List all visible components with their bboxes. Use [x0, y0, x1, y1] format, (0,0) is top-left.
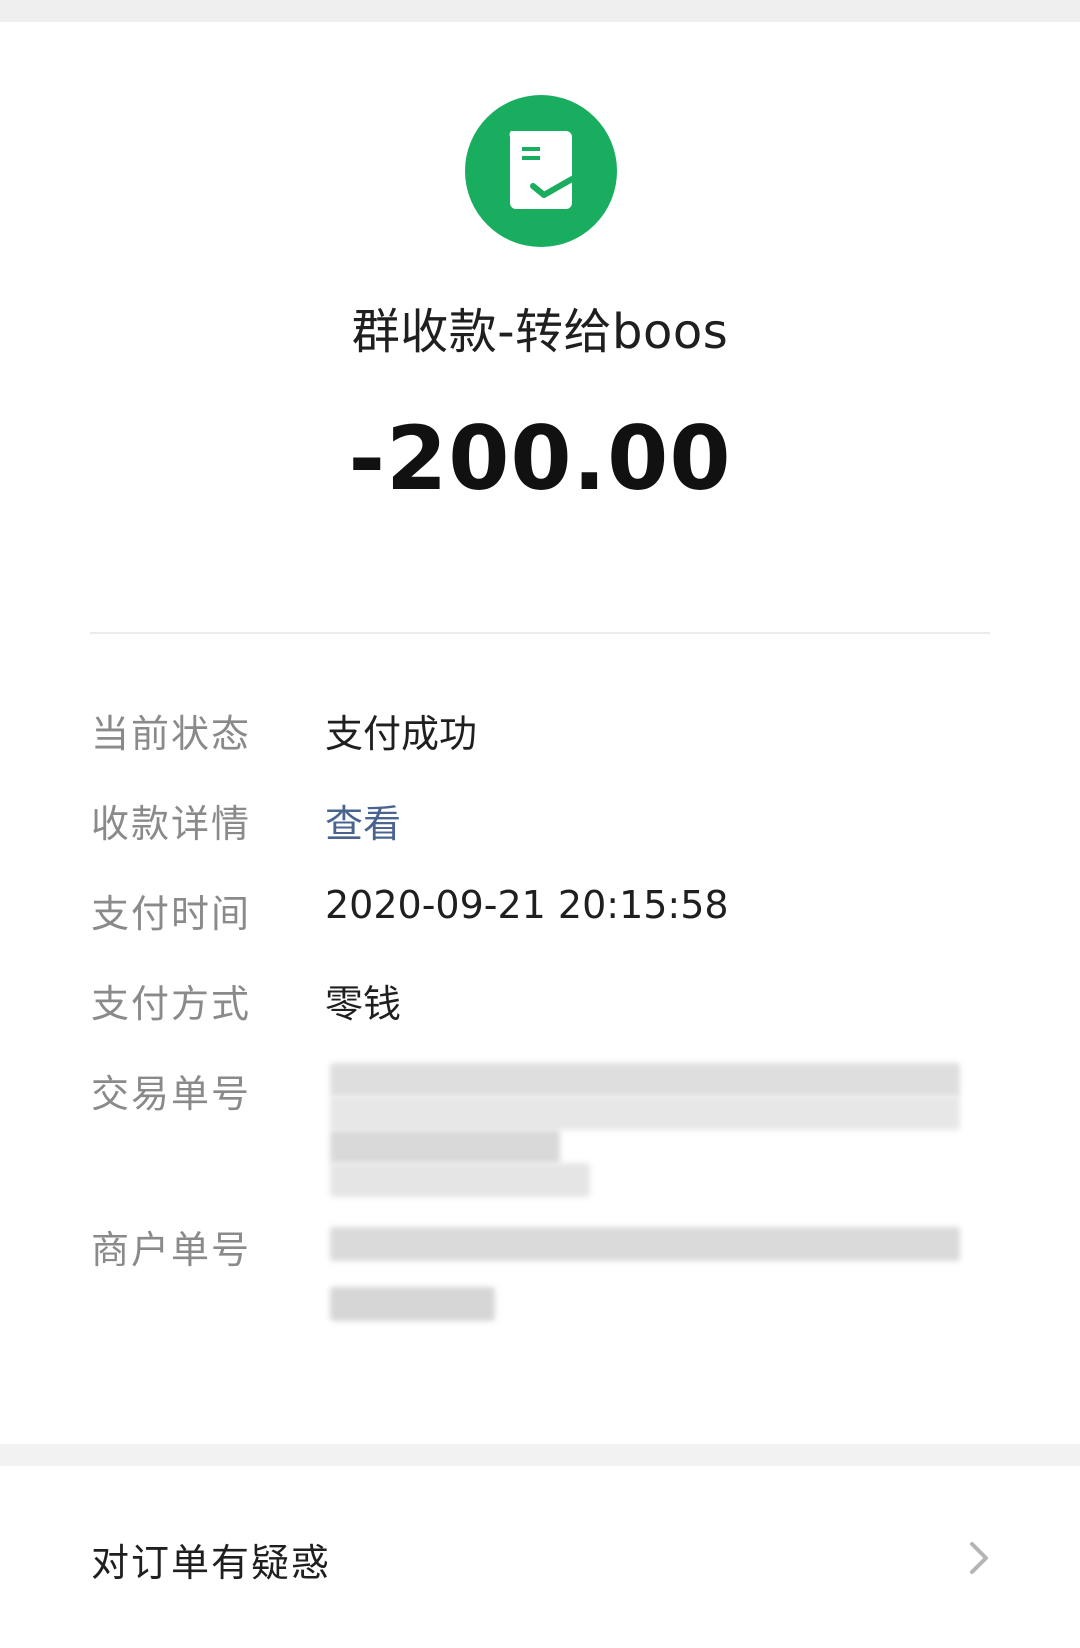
merchant-order-obscured [330, 1227, 990, 1332]
pay-time-label: 支付时间 [91, 892, 252, 936]
divider [90, 632, 990, 634]
transaction-id-label: 交易单号 [91, 1072, 252, 1116]
status-value: 支付成功 [325, 712, 478, 756]
receipt-check-icon [465, 95, 617, 247]
payee-title: 群收款-转给boos [351, 304, 729, 360]
chevron-right-icon [962, 1540, 994, 1576]
top-strip [0, 0, 1080, 22]
status-label: 当前状态 [91, 712, 252, 756]
transaction-detail-card: 群收款-转给boos -200.00 当前状态 支付成功 收款详情 查看 支付时… [0, 22, 1080, 1444]
order-question-row[interactable]: 对订单有疑惑 [0, 1466, 1080, 1648]
pay-method-label: 支付方式 [91, 982, 252, 1026]
collection-detail-label: 收款详情 [91, 802, 252, 846]
amount: -200.00 [348, 407, 732, 510]
order-question-label: 对订单有疑惑 [91, 1541, 332, 1585]
view-link[interactable]: 查看 [325, 793, 401, 848]
pay-method-value: 零钱 [325, 982, 402, 1026]
transaction-id-obscured [330, 1063, 990, 1198]
section-gap [0, 1444, 1080, 1466]
pay-time-value: 2020-09-21 20:15:58 [325, 883, 729, 927]
merchant-order-label: 商户单号 [91, 1228, 252, 1272]
